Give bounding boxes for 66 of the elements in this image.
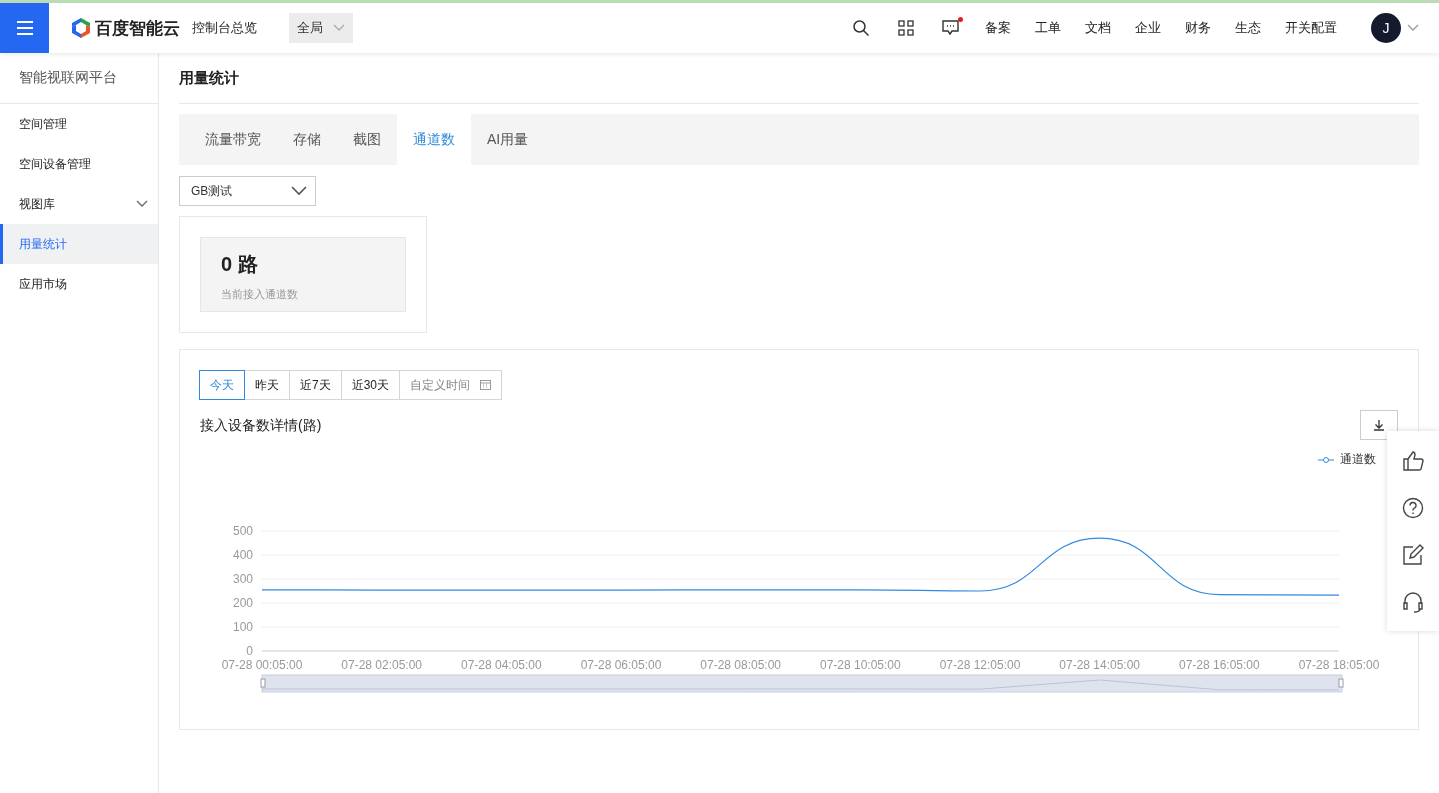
chart-title: 接入设备数详情(路) [200, 417, 322, 435]
y-tick-label: 100 [232, 620, 253, 634]
y-tick-label: 200 [232, 596, 253, 610]
stat-label: 当前接入通道数 [221, 287, 299, 302]
sidebar-item[interactable]: 用量统计 [0, 224, 158, 264]
user-avatar[interactable]: J [1371, 13, 1401, 43]
tab[interactable]: 通道数 [397, 114, 471, 165]
sidebar-title: 智能视联网平台 [0, 53, 158, 104]
custom-range-button[interactable]: 自定义时间 [399, 370, 503, 400]
tab[interactable]: 流量带宽 [189, 114, 277, 165]
page-title: 用量统计 [179, 53, 1419, 104]
edit-icon[interactable] [1402, 543, 1424, 566]
y-tick-label: 0 [246, 644, 253, 658]
menu-button[interactable] [0, 3, 49, 53]
x-tick-label: 07-28 18:05:00 [1298, 658, 1380, 672]
range-button[interactable]: 近7天 [289, 370, 342, 400]
tab[interactable]: 存储 [277, 114, 337, 165]
range-button[interactable]: 近30天 [340, 370, 401, 400]
sidebar-item[interactable]: 视图库 [0, 184, 158, 224]
calendar-icon [480, 380, 492, 390]
x-tick-label: 07-28 06:05:00 [580, 658, 662, 672]
space-select[interactable]: GB测试 [179, 176, 316, 206]
y-tick-label: 500 [232, 524, 253, 538]
grid-icon[interactable] [898, 20, 914, 36]
thumbs-up-icon[interactable] [1402, 449, 1424, 472]
nav-link[interactable]: 开关配置 [1285, 19, 1337, 37]
download-button[interactable] [1360, 410, 1398, 440]
legend-line-icon [1318, 455, 1334, 464]
nav-link[interactable]: 财务 [1185, 19, 1211, 37]
zoom-slider[interactable] [260, 674, 1344, 693]
tab[interactable]: 截图 [337, 114, 397, 165]
stat-value: 0 路 [221, 252, 259, 277]
nav-link[interactable]: 生态 [1235, 19, 1261, 37]
tab[interactable]: AI用量 [471, 114, 545, 165]
headset-icon[interactable] [1402, 590, 1424, 613]
search-icon[interactable] [852, 19, 870, 37]
x-tick-label: 07-28 10:05:00 [819, 658, 901, 672]
x-tick-label: 07-28 00:05:00 [221, 658, 303, 672]
x-tick-label: 07-28 16:05:00 [1178, 658, 1260, 672]
legend-label[interactable]: 通道数 [1340, 451, 1376, 468]
nav-link[interactable]: 文档 [1085, 19, 1111, 37]
nav-link[interactable]: 工单 [1035, 19, 1061, 37]
nav-link[interactable]: 备案 [985, 19, 1011, 37]
x-tick-label: 07-28 08:05:00 [700, 658, 782, 672]
y-tick-label: 300 [232, 572, 253, 586]
sidebar-item[interactable]: 应用市场 [0, 264, 158, 304]
help-icon[interactable] [1402, 496, 1424, 519]
x-tick-label: 07-28 04:05:00 [460, 658, 542, 672]
region-dropdown[interactable]: 全局 [289, 13, 353, 43]
menu-icon [15, 20, 34, 36]
download-icon [1373, 419, 1385, 431]
nav-link[interactable]: 企业 [1135, 19, 1161, 37]
chevron-icon[interactable] [1407, 24, 1419, 32]
range-button[interactable]: 今天 [199, 370, 245, 400]
chevron-icon [333, 24, 345, 32]
chevron-icon [291, 186, 307, 196]
range-button[interactable]: 昨天 [244, 370, 290, 400]
logo-icon [71, 17, 91, 39]
brand-name: 百度智能云 [95, 17, 180, 40]
sidebar-item[interactable]: 空间设备管理 [0, 144, 158, 184]
x-tick-label: 07-28 14:05:00 [1059, 658, 1141, 672]
sidebar-item[interactable]: 空间管理 [0, 104, 158, 144]
y-tick-label: 400 [232, 548, 253, 562]
x-tick-label: 07-28 02:05:00 [341, 658, 423, 672]
console-link[interactable]: 控制台总览 [192, 19, 257, 37]
x-tick-label: 07-28 12:05:00 [939, 658, 1021, 672]
